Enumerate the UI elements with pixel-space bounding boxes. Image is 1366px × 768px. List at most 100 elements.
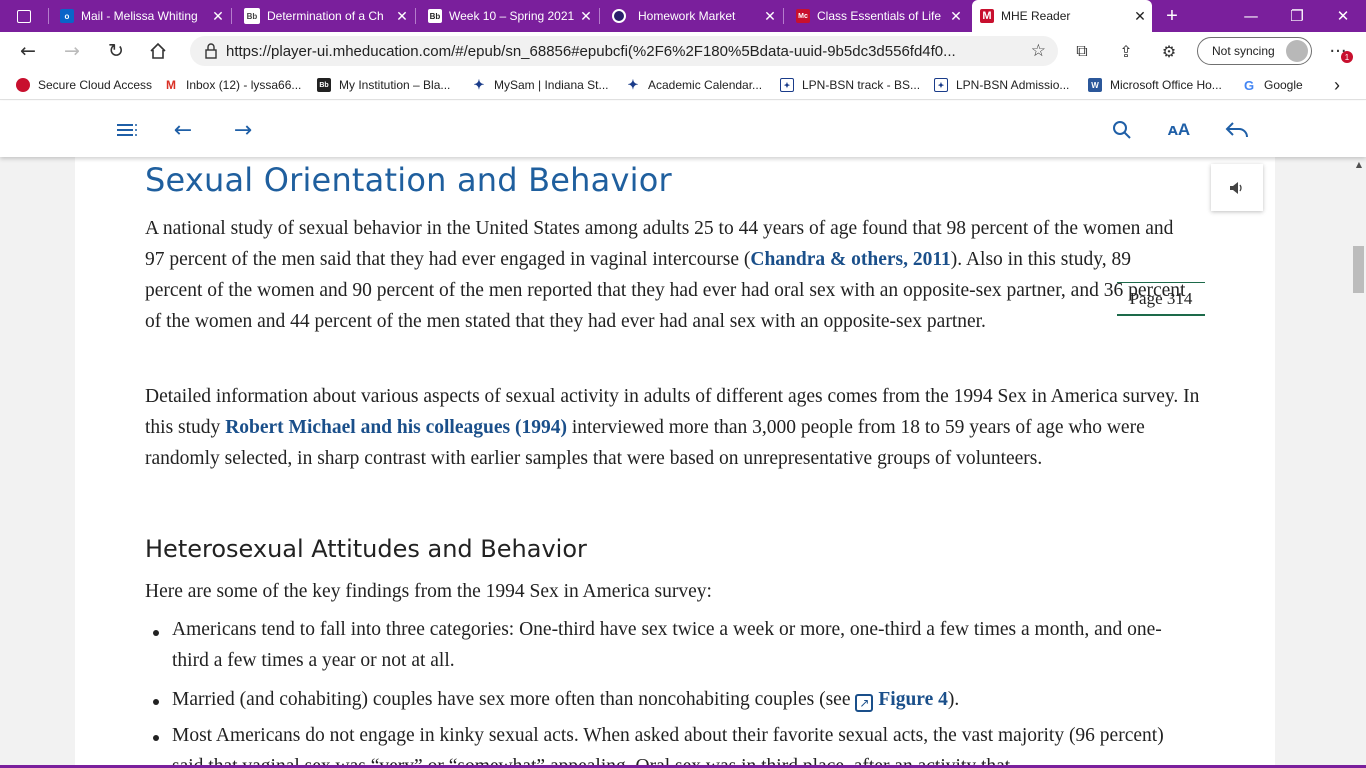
arrow-right-icon: →: [64, 40, 80, 62]
tab-title: MHE Reader: [1001, 9, 1071, 23]
add-favorite-icon[interactable]: ☆: [1031, 41, 1046, 61]
previous-page-button[interactable]: ←: [168, 115, 198, 145]
intro-text: Here are some of the key findings from t…: [145, 581, 712, 602]
undo-arrow-icon: [1225, 122, 1248, 138]
lock-icon: [205, 43, 217, 59]
tab-mhe-reader[interactable]: M MHE Reader ✕: [972, 0, 1152, 32]
close-icon[interactable]: ✕: [574, 8, 598, 25]
tab-title: Homework Market: [638, 9, 736, 23]
citation-link-chandra[interactable]: Chandra & others, 2011: [750, 249, 950, 270]
restore-icon: ❐: [1290, 7, 1304, 25]
blackboard-icon: Bb: [428, 9, 442, 23]
subsection-heading: Heterosexual Attitudes and Behavior: [145, 535, 587, 563]
bullet-dot: [153, 630, 159, 636]
favorite-lpn-bsn-admission[interactable]: ✦ LPN-BSN Admissio...: [934, 76, 1069, 94]
share-button[interactable]: ⇪: [1110, 36, 1142, 66]
tab-determination[interactable]: Bb Determination of a Ch ✕: [236, 0, 414, 32]
text-size-button[interactable]: ᴀA: [1164, 115, 1194, 145]
favorite-google[interactable]: G Google: [1242, 76, 1303, 94]
url-field[interactable]: https://player-ui.mheducation.com/#/epub…: [190, 36, 1058, 66]
notification-badge: 1: [1341, 51, 1353, 63]
citation-link-michael[interactable]: Robert Michael and his colleagues (1994): [225, 417, 567, 438]
favorite-label: Microsoft Office Ho...: [1110, 78, 1222, 92]
return-button[interactable]: [1222, 115, 1252, 145]
favorite-lpn-bsn-track[interactable]: ✦ LPN-BSN track - BS...: [780, 76, 920, 94]
scroll-up-arrow[interactable]: ▲: [1352, 157, 1366, 171]
bullet-dot: [153, 699, 159, 705]
home-button[interactable]: [142, 36, 174, 66]
refresh-button[interactable]: ↻: [100, 36, 132, 66]
favorite-academic-calendar[interactable]: ✦ Academic Calendar...: [626, 76, 763, 94]
reader-toolbar: ← → ᴀA: [0, 101, 1366, 157]
extensions-button[interactable]: ⚙: [1153, 36, 1185, 66]
blackboard-icon: Bb: [317, 78, 331, 92]
favorite-label: Google: [1264, 78, 1303, 92]
figure-4-link[interactable]: Figure 4: [878, 689, 948, 710]
forward-button[interactable]: →: [56, 36, 88, 66]
tab-mail[interactable]: o Mail - Melissa Whiting ✕: [52, 0, 230, 32]
favorite-label: Inbox (12) - lyssa66...: [186, 78, 302, 92]
profile-sync-button[interactable]: Not syncing: [1197, 37, 1312, 65]
speaker-icon: [1230, 181, 1242, 194]
favorite-label: Academic Calendar...: [648, 78, 763, 92]
close-icon[interactable]: ✕: [1128, 8, 1152, 25]
url-text: https://player-ui.mheducation.com/#/epub…: [226, 42, 956, 60]
favorites-bar: Secure Cloud Access M Inbox (12) - lyssa…: [0, 70, 1366, 100]
home-icon: [150, 42, 166, 59]
tab-class-essentials[interactable]: Mc Class Essentials of Life ✕: [788, 0, 968, 32]
address-bar: ← → ↻ https://player-ui.mheducation.com/…: [0, 32, 1366, 70]
tab-actions-button[interactable]: [4, 0, 44, 32]
word-icon: W: [1088, 78, 1102, 92]
page-marker: Page 314: [1117, 282, 1205, 316]
list-item: Most Americans do not engage in kinky se…: [172, 725, 1164, 768]
minimize-icon: —: [1243, 7, 1259, 25]
cloud-icon: [16, 78, 30, 92]
tab-actions-icon: [17, 9, 31, 23]
outlook-icon: o: [60, 9, 74, 23]
book-page: Sexual Orientation and Behavior A nation…: [75, 157, 1275, 768]
tab-title: Week 10 – Spring 2021: [449, 9, 574, 23]
favorite-inbox[interactable]: M Inbox (12) - lyssa66...: [164, 76, 301, 94]
favorite-label: LPN-BSN track - BS...: [802, 78, 921, 92]
new-tab-button[interactable]: +: [1158, 0, 1186, 32]
star-logo-icon: ✦: [627, 77, 639, 92]
sync-label: Not syncing: [1212, 44, 1275, 58]
close-icon[interactable]: ✕: [758, 8, 782, 25]
close-window-button[interactable]: ✕: [1320, 0, 1366, 32]
plus-icon: +: [1166, 4, 1178, 27]
favorite-label: Secure Cloud Access: [38, 78, 153, 92]
homework-market-icon: [612, 9, 626, 23]
favorite-mysam[interactable]: ✦ MySam | Indiana St...: [472, 76, 609, 94]
favorite-my-institution[interactable]: Bb My Institution – Bla...: [317, 76, 450, 94]
close-icon[interactable]: ✕: [206, 8, 230, 25]
google-icon: G: [1243, 77, 1255, 93]
favorite-label: LPN-BSN Admissio...: [956, 78, 1070, 92]
favorites-overflow-button[interactable]: ›: [1334, 75, 1340, 95]
scrollbar-thumb[interactable]: [1353, 246, 1364, 293]
audio-button[interactable]: [1211, 164, 1263, 211]
back-button[interactable]: ←: [12, 36, 44, 66]
favorite-label: My Institution – Bla...: [339, 78, 451, 92]
search-button[interactable]: [1107, 115, 1137, 145]
arrow-left-icon: ←: [20, 40, 36, 62]
share-icon: ⇪: [1119, 41, 1133, 61]
close-icon[interactable]: ✕: [944, 8, 968, 25]
table-of-contents-button[interactable]: [112, 115, 142, 145]
external-link-icon[interactable]: ↗: [855, 694, 874, 712]
minimize-button[interactable]: —: [1228, 0, 1274, 32]
close-icon[interactable]: ✕: [390, 8, 414, 25]
favorite-microsoft-office[interactable]: W Microsoft Office Ho...: [1088, 76, 1222, 94]
mcgraw-hill-icon: Mc: [796, 9, 810, 23]
restore-button[interactable]: ❐: [1274, 0, 1320, 32]
bookmark-icon: ✦: [934, 78, 948, 92]
tab-week-10[interactable]: Bb Week 10 – Spring 2021 ✕: [420, 0, 598, 32]
tab-title: Mail - Melissa Whiting: [81, 9, 198, 23]
tab-homework-market[interactable]: Homework Market ✕: [604, 0, 782, 32]
tab-title: Class Essentials of Life: [817, 9, 942, 23]
collections-button[interactable]: ⧉: [1066, 36, 1098, 66]
favorite-secure-cloud[interactable]: Secure Cloud Access: [16, 76, 152, 94]
blackboard-icon: Bb: [244, 8, 260, 24]
settings-menu-button[interactable]: ··· 1: [1322, 36, 1354, 66]
collections-icon: ⧉: [1076, 41, 1088, 60]
next-page-button[interactable]: →: [228, 115, 258, 145]
